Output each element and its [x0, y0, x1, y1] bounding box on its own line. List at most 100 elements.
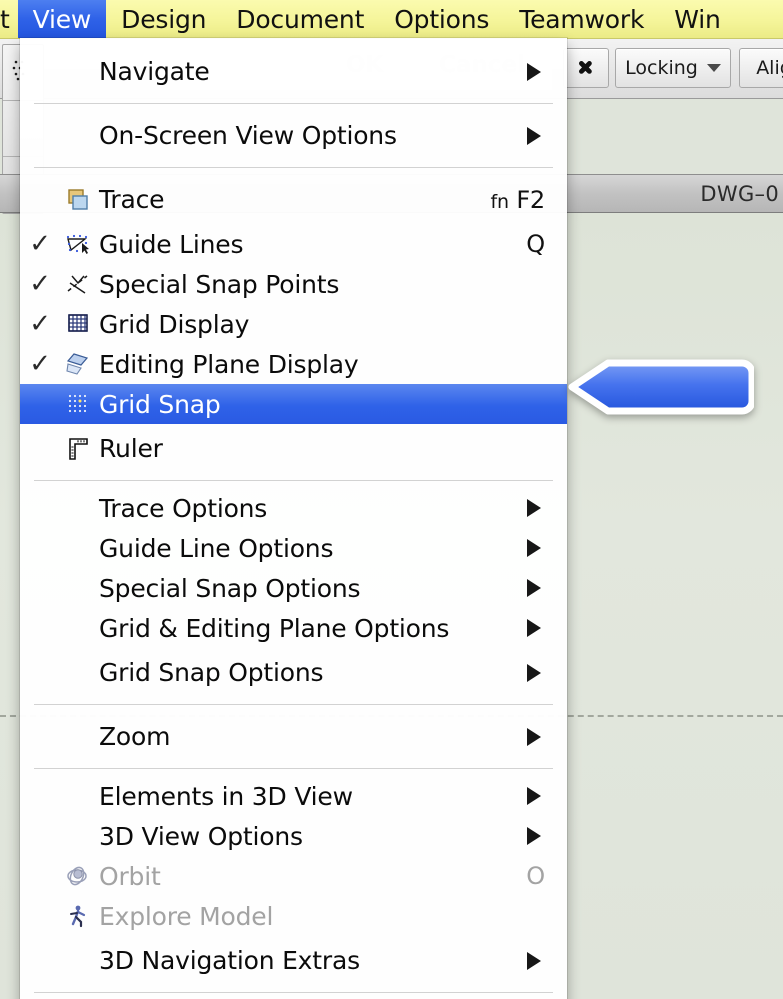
grid-display-icon	[60, 311, 96, 337]
menu-item-grid-snap[interactable]: Grid Snap	[20, 384, 567, 424]
menu-bar: t View Design Document Options Teamwork …	[0, 0, 783, 39]
menubar-item-teamwork-label: Teamwork	[519, 4, 645, 34]
menu-separator	[34, 992, 553, 993]
menu-item-guide-line-options-label: Guide Line Options	[99, 533, 334, 563]
menu-item-orbit-label: Orbit	[99, 861, 161, 891]
menu-item-elements-in-3d-view-label: Elements in 3D View	[99, 781, 353, 811]
menubar-item-document[interactable]: Document	[221, 0, 379, 38]
menu-item-grid-snap-options[interactable]: Grid Snap Options	[20, 648, 567, 697]
submenu-arrow-icon	[523, 126, 567, 145]
ruler-icon	[60, 436, 96, 462]
menu-item-on-screen-view-options-label: On-Screen View Options	[99, 121, 397, 150]
menu-item-trace[interactable]: Trace fn F2	[20, 175, 567, 224]
menu-item-grid-editing-plane-options-label: Grid & Editing Plane Options	[99, 613, 450, 643]
document-title: DWG–0	[700, 181, 779, 206]
menu-item-guide-lines[interactable]: ✓ Guide Lines Q	[20, 224, 567, 264]
locking-dropdown-button[interactable]: Locking	[615, 48, 731, 88]
marquee-icon	[573, 55, 599, 81]
menubar-item-options[interactable]: Options	[379, 0, 504, 38]
shortcut-key: F2	[516, 185, 545, 214]
menu-item-zoom-label: Zoom	[99, 722, 171, 751]
menu-item-navigate[interactable]: Navigate	[20, 47, 567, 96]
menu-item-special-snap-options[interactable]: Special Snap Options	[20, 568, 567, 608]
special-snap-points-icon	[60, 271, 96, 297]
menubar-item-options-label: Options	[394, 4, 490, 34]
menu-item-grid-display-label: Grid Display	[99, 309, 250, 339]
menu-item-3d-view-options[interactable]: 3D View Options	[20, 816, 567, 856]
menu-item-zoom[interactable]: Zoom	[20, 712, 567, 761]
align-dropdown-button[interactable]: Alig	[739, 48, 783, 88]
menu-item-orbit: Orbit O	[20, 856, 567, 896]
menubar-item-view[interactable]: View	[17, 0, 107, 38]
submenu-arrow-icon	[523, 827, 567, 845]
submenu-arrow-icon	[523, 787, 567, 805]
submenu-arrow-icon	[523, 499, 567, 517]
menu-separator	[34, 480, 553, 481]
menu-item-3d-navigation-extras[interactable]: 3D Navigation Extras	[20, 936, 567, 985]
checkmark-icon: ✓	[29, 269, 51, 299]
align-button-label: Alig	[756, 57, 783, 79]
menu-item-3d-view-options-label: 3D View Options	[99, 821, 303, 851]
menubar-item-window[interactable]: Win	[659, 0, 735, 38]
menu-item-trace-options-label: Trace Options	[99, 493, 268, 523]
guide-lines-icon	[60, 231, 96, 257]
menu-item-on-screen-view-options[interactable]: On-Screen View Options	[20, 111, 567, 160]
menu-item-orbit-shortcut: O	[526, 862, 545, 890]
menu-item-trace-options[interactable]: Trace Options	[20, 488, 567, 528]
menu-item-elements-in-3d-view[interactable]: Elements in 3D View	[20, 776, 567, 816]
locking-button-label: Locking	[625, 57, 698, 79]
orbit-icon	[60, 863, 96, 889]
grid-snap-pointer-arrow	[568, 359, 754, 415]
menu-item-ruler[interactable]: Ruler	[20, 424, 567, 473]
checkmark-icon: ✓	[29, 349, 51, 379]
menu-item-guide-line-options[interactable]: Guide Line Options	[20, 528, 567, 568]
menubar-item-window-label: Win	[674, 4, 721, 34]
menu-item-special-snap-points[interactable]: ✓ Special Snap Points	[20, 264, 567, 304]
menu-separator	[34, 704, 553, 705]
chevron-down-icon	[706, 64, 721, 72]
menu-separator	[34, 768, 553, 769]
menu-item-explore-model-label: Explore Model	[99, 901, 274, 931]
menu-item-grid-editing-plane-options[interactable]: Grid & Editing Plane Options	[20, 608, 567, 648]
menubar-item-clipped[interactable]: t	[0, 0, 18, 38]
explore-model-icon	[60, 903, 96, 929]
menu-item-explore-model: Explore Model	[20, 896, 567, 936]
checkmark-icon: ✓	[29, 309, 51, 339]
menu-item-editing-plane-display-label: Editing Plane Display	[99, 349, 359, 379]
menu-item-special-snap-options-label: Special Snap Options	[99, 573, 361, 603]
menu-item-grid-snap-options-label: Grid Snap Options	[99, 658, 324, 687]
menubar-item-view-label: View	[32, 4, 92, 34]
submenu-arrow-icon	[523, 951, 567, 970]
menubar-item-document-label: Document	[236, 4, 365, 34]
submenu-arrow-icon	[523, 62, 567, 81]
menubar-item-design[interactable]: Design	[106, 0, 221, 38]
editing-plane-icon	[60, 351, 96, 377]
menubar-item-design-label: Design	[121, 4, 207, 34]
checkmark-icon: ✓	[29, 229, 51, 259]
menu-item-grid-display[interactable]: ✓ Grid Display	[20, 304, 567, 344]
menu-item-special-snap-points-label: Special Snap Points	[99, 269, 340, 299]
menu-separator	[34, 167, 553, 168]
menu-item-trace-label: Trace	[99, 185, 165, 214]
submenu-arrow-icon	[523, 619, 567, 637]
shortcut-modifier: fn	[490, 190, 510, 213]
menu-item-trace-shortcut: fn F2	[491, 186, 567, 214]
menu-item-grid-snap-label: Grid Snap	[99, 389, 221, 419]
marquee-button[interactable]	[563, 48, 609, 88]
menu-item-navigate-label: Navigate	[99, 57, 210, 86]
trace-icon	[60, 187, 96, 213]
view-dropdown-menu: Navigate On-Screen View Options Trace fn…	[20, 38, 567, 999]
screenshot-root: Locking Alig DWG–0 OK Cancel	[0, 0, 783, 999]
menubar-item-clipped-label: t	[0, 4, 10, 34]
menu-item-guide-lines-label: Guide Lines	[99, 229, 244, 259]
submenu-arrow-icon	[523, 727, 567, 746]
menu-item-3d-navigation-extras-label: 3D Navigation Extras	[99, 946, 360, 975]
menu-item-ruler-label: Ruler	[99, 434, 163, 463]
submenu-arrow-icon	[523, 539, 567, 557]
menubar-item-teamwork[interactable]: Teamwork	[504, 0, 659, 38]
submenu-arrow-icon	[523, 579, 567, 597]
submenu-arrow-icon	[523, 663, 567, 682]
menu-separator	[34, 103, 553, 104]
grid-snap-icon	[60, 391, 96, 417]
menu-item-editing-plane-display[interactable]: ✓ Editing Plane Display	[20, 344, 567, 384]
